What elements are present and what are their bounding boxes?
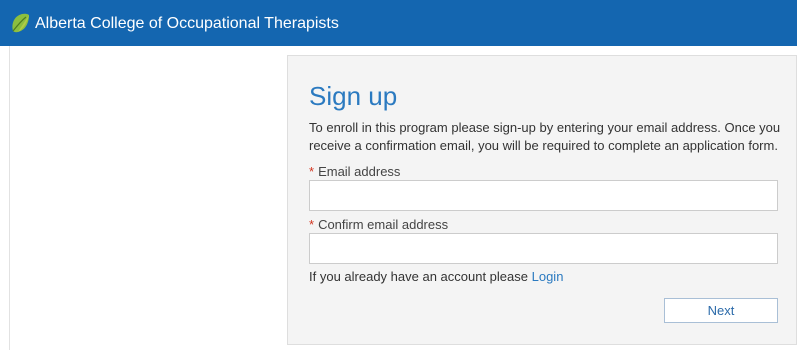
leaf-logo-icon [12,13,29,33]
intro-text: To enroll in this program please sign-up… [309,119,781,155]
email-field[interactable] [309,180,778,211]
app-title: Alberta College of Occupational Therapis… [35,15,339,32]
next-button[interactable]: Next [664,298,778,323]
signup-panel: Sign up To enroll in this program please… [287,55,797,345]
page-title: Sign up [309,81,398,111]
confirm-email-label-text: Confirm email address [318,217,449,232]
login-link[interactable]: Login [532,269,564,284]
email-label: * Email address [309,164,400,180]
intro-line-1: To enroll in this program please sign-up… [309,120,781,135]
email-label-text: Email address [318,164,401,179]
login-prompt-text: If you already have an account please [309,269,528,284]
sidebar-divider [9,46,10,350]
confirm-email-field[interactable] [309,233,778,264]
required-marker: * [309,164,315,179]
required-marker: * [309,217,315,232]
app-header: Alberta College of Occupational Therapis… [0,0,797,46]
login-prompt: If you already have an account please Lo… [309,269,563,285]
confirm-email-label: * Confirm email address [309,217,448,233]
intro-line-2: receive a confirmation email, you will b… [309,138,778,153]
